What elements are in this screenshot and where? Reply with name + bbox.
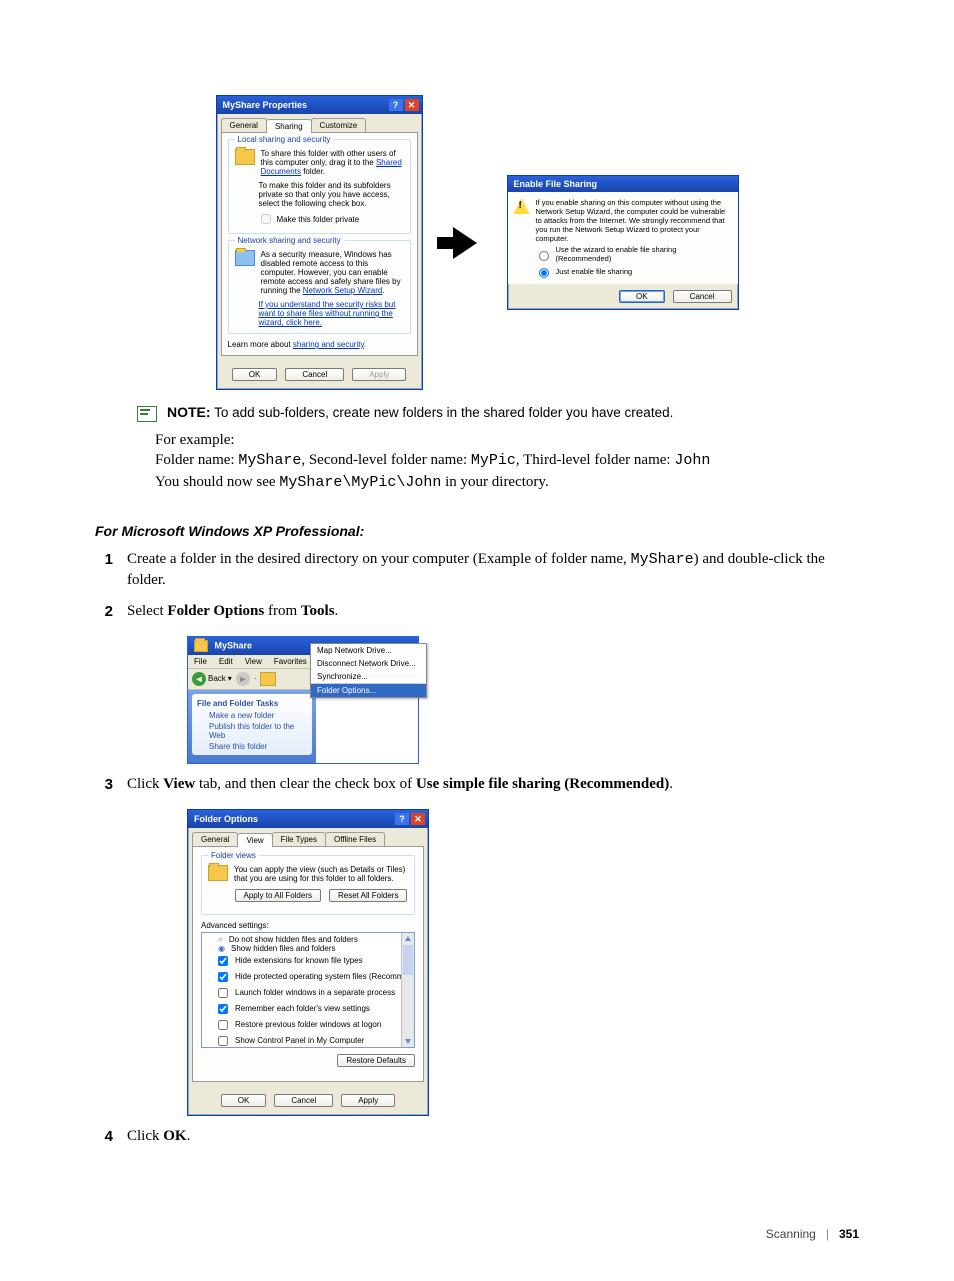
myshare-properties-dialog: MyShare Properties ? ✕ General Sharing C… [216,95,423,390]
tools-menu-dropdown: Map Network Drive... Disconnect Network … [310,643,427,698]
help-icon[interactable]: ? [395,813,409,825]
folder-hand-icon [235,149,255,165]
apply-button[interactable]: Apply [341,1094,395,1107]
subheading: For Microsoft Windows XP Professional: [95,523,859,539]
tab-view[interactable]: View [237,833,272,847]
setting-row[interactable]: Do not show hidden files and folders [204,935,412,944]
dialog-title: Folder Options [194,814,258,824]
tab-general[interactable]: General [192,832,238,846]
ok-button[interactable]: OK [232,368,278,381]
explorer-window: MyShare File Edit View Favorites Tools H… [187,636,419,764]
ok-button[interactable]: OK [619,290,665,303]
folder-view-icon [208,865,228,881]
dialog-title: MyShare Properties [223,100,308,110]
network-setup-wizard-link[interactable]: Network Setup Wizard [303,286,383,295]
tab-offline[interactable]: Offline Files [325,832,385,846]
window-title: MyShare [215,640,253,650]
cancel-button[interactable]: Cancel [274,1094,333,1107]
step-number: 2 [95,601,113,622]
menu-item[interactable]: Synchronize... [311,670,426,684]
menu-view[interactable]: View [239,655,268,668]
step-number: 1 [95,549,113,591]
ok-button[interactable]: OK [221,1094,267,1107]
menu-file[interactable]: File [188,655,213,668]
menu-edit[interactable]: Edit [213,655,239,668]
radio-just-enable[interactable]: Just enable file sharing [534,265,732,278]
footer-section: Scanning [766,1227,816,1241]
folder-icon [194,640,208,652]
note-label: NOTE: [167,404,211,420]
tab-row: General Sharing Customize [217,114,422,132]
help-icon[interactable]: ? [389,99,403,111]
advanced-settings-tree[interactable]: Do not show hidden files and foldersShow… [201,932,415,1048]
close-icon[interactable]: ✕ [405,99,419,111]
setting-row[interactable]: Launch folder windows in a separate proc… [204,985,412,1001]
task-share[interactable]: Share this folder [195,741,309,752]
folder-options-dialog: Folder Options ? ✕ General View File Typ… [187,809,429,1116]
setting-row[interactable]: Remember each folder's view settings [204,1001,412,1017]
cancel-button[interactable]: Cancel [285,368,344,381]
radio-use-wizard[interactable]: Use the wizard to enable file sharing (R… [534,245,732,263]
local-sharing-group: Local sharing and security [235,135,334,144]
forward-button[interactable]: ► [236,672,250,686]
task-publish[interactable]: Publish this folder to the Web [195,721,309,741]
share-without-wizard-link[interactable]: If you understand the security risks but… [259,300,404,327]
step-number: 4 [95,1126,113,1147]
setting-row[interactable]: Hide protected operating system files (R… [204,969,412,985]
note-icon [137,406,157,422]
tasks-panel-title: File and Folder Tasks [195,697,309,710]
menu-item[interactable]: Map Network Drive... [311,644,426,657]
page-number: 351 [839,1227,859,1241]
folder-views-group: Folder views [208,851,259,860]
dialog-title: Enable File Sharing [514,179,598,189]
cancel-button[interactable]: Cancel [673,290,732,303]
menu-favorites[interactable]: Favorites [268,655,313,668]
up-folder-icon[interactable] [260,672,276,686]
back-button[interactable]: ◄ Back ▾ [192,672,232,686]
arrow-right-icon [453,227,477,259]
setting-row[interactable]: Restore previous folder windows at logon [204,1017,412,1033]
enable-file-sharing-dialog: Enable File Sharing If you enable sharin… [507,175,739,310]
network-sharing-group: Network sharing and security [235,236,344,245]
advanced-label: Advanced settings: [201,921,415,930]
reset-all-button[interactable]: Reset All Folders [329,889,407,902]
learn-more-link[interactable]: sharing and security [293,340,364,349]
network-folder-icon [235,250,255,266]
scrollbar[interactable] [401,933,414,1047]
restore-defaults-button[interactable]: Restore Defaults [337,1054,415,1067]
apply-button[interactable]: Apply [352,368,406,381]
setting-row[interactable]: Show Control Panel in My Computer [204,1033,412,1048]
warning-icon [514,198,530,214]
menu-item-folder-options[interactable]: Folder Options... [311,684,426,697]
setting-row[interactable]: Hide extensions for known file types [204,953,412,969]
back-icon: ◄ [192,672,206,686]
apply-all-button[interactable]: Apply to All Folders [235,889,321,902]
titlebar: MyShare Properties ? ✕ [217,96,422,114]
task-make-folder[interactable]: Make a new folder [195,710,309,721]
tab-sharing[interactable]: Sharing [266,119,312,133]
tab-customize[interactable]: Customize [311,118,367,132]
scrollbar-thumb[interactable] [403,945,413,975]
step-number: 3 [95,774,113,795]
tab-filetypes[interactable]: File Types [272,832,326,846]
tab-general[interactable]: General [221,118,267,132]
make-private-checkbox[interactable]: Make this folder private [257,211,404,227]
menu-item[interactable]: Disconnect Network Drive... [311,657,426,670]
setting-row[interactable]: Show hidden files and folders [204,944,412,953]
close-icon[interactable]: ✕ [411,813,425,825]
